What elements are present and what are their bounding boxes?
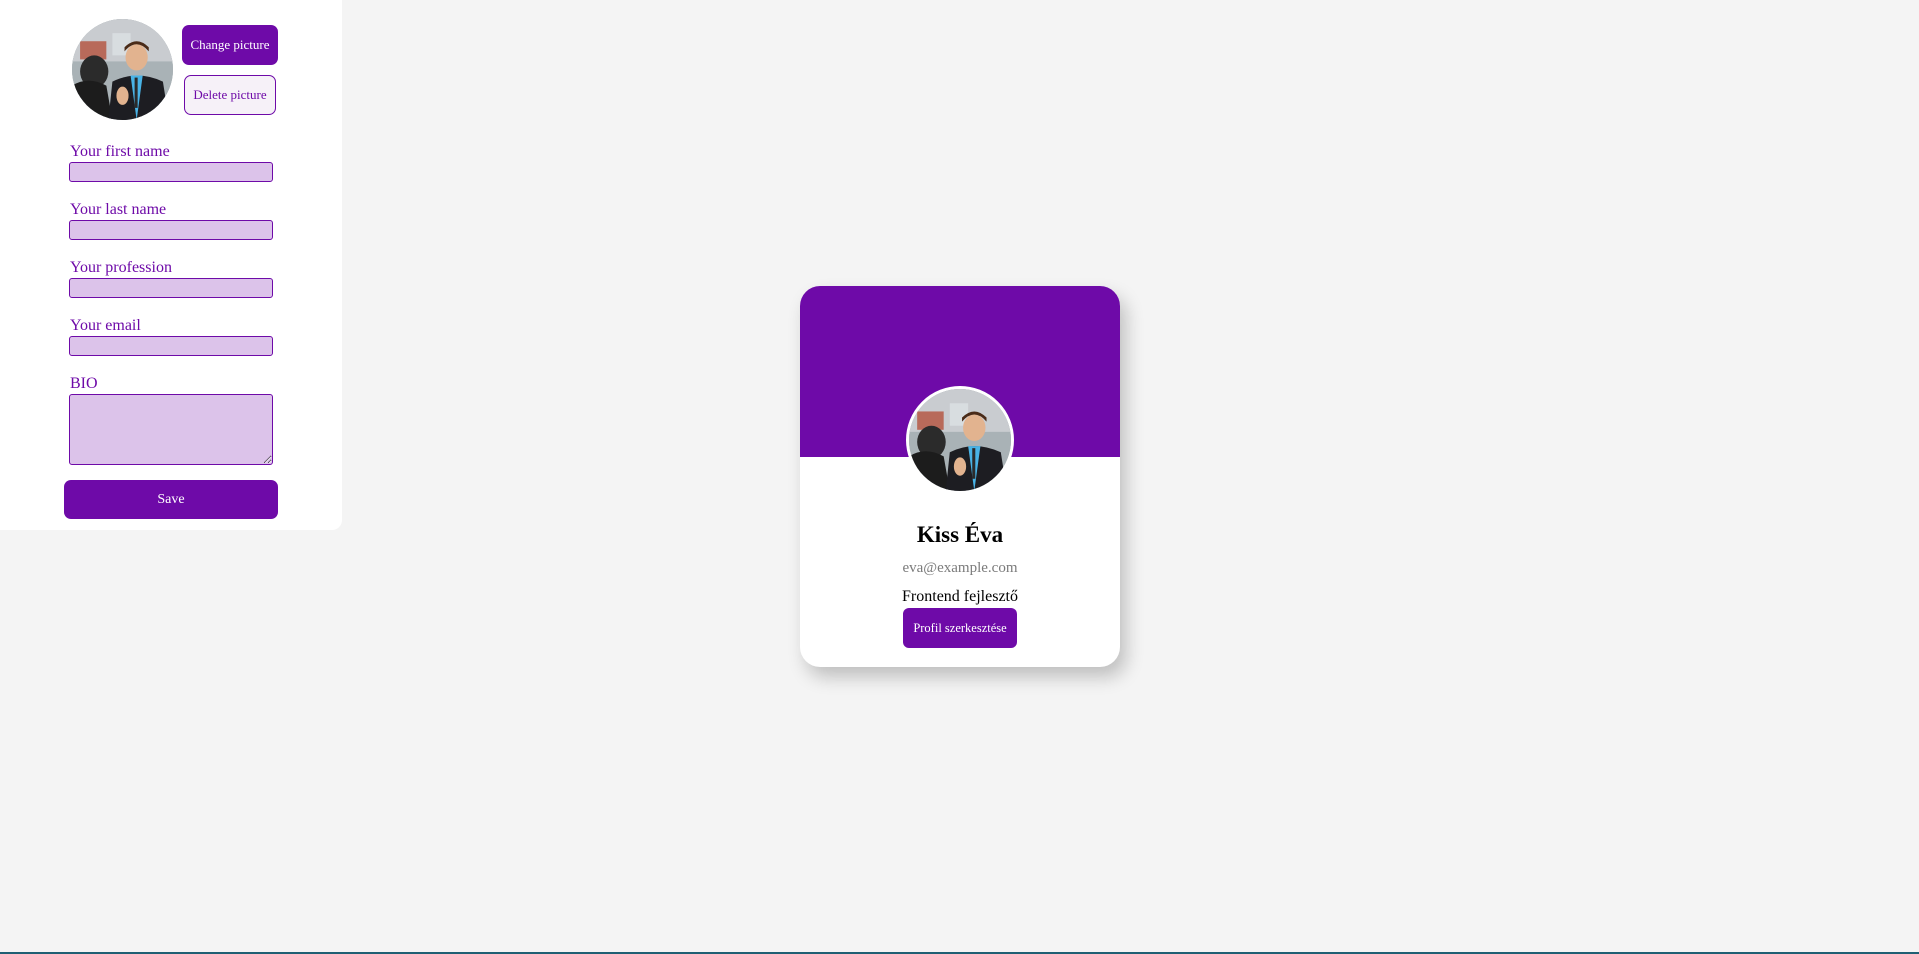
bio-label: BIO: [70, 375, 98, 392]
card-name: Kiss Éva: [916, 522, 1004, 547]
edit-profile-button[interactable]: Profil szerkesztése: [903, 608, 1017, 648]
profession-label: Your profession: [70, 259, 172, 276]
delete-picture-button[interactable]: Delete picture: [184, 75, 276, 115]
change-picture-button[interactable]: Change picture: [182, 25, 278, 65]
profile-card: Kiss Éva eva@example.com Frontend fejles…: [800, 286, 1120, 667]
last-name-input[interactable]: [69, 220, 273, 240]
profile-editor-panel: Change picture Delete picture Your first…: [0, 0, 342, 530]
first-name-label: Your first name: [70, 143, 170, 160]
email-input[interactable]: [69, 336, 273, 356]
card-avatar: [906, 386, 1014, 494]
email-label: Your email: [70, 317, 141, 334]
bio-textarea[interactable]: [69, 394, 273, 465]
card-email: eva@example.com: [902, 560, 1018, 576]
card-profession: Frontend fejlesztő: [902, 588, 1018, 605]
profession-input[interactable]: [69, 278, 273, 298]
save-button[interactable]: Save: [64, 480, 278, 519]
last-name-label: Your last name: [70, 201, 167, 218]
avatar-photo-icon: [909, 389, 1011, 491]
avatar-photo-icon: [72, 19, 173, 120]
editor-avatar: [72, 19, 173, 120]
first-name-input[interactable]: [69, 162, 273, 182]
